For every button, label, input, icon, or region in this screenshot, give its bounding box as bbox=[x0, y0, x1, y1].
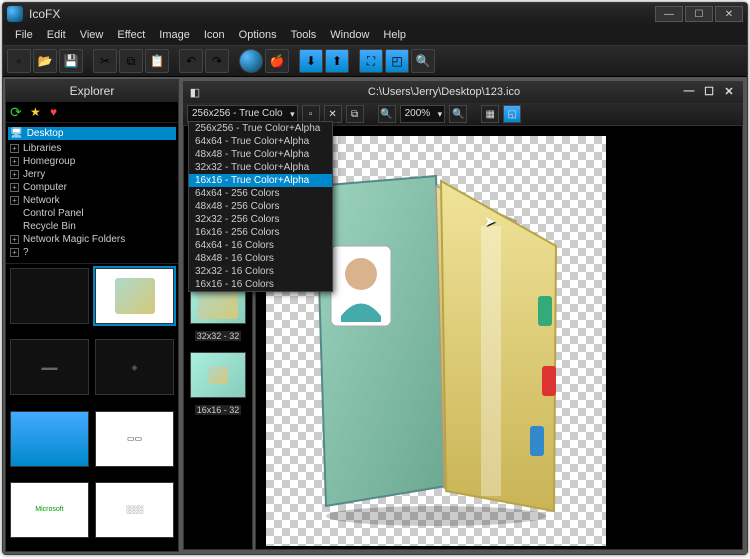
app-icon bbox=[7, 6, 23, 22]
app-title: IcoFX bbox=[29, 7, 655, 21]
size-option[interactable]: 16x16 - 256 Colors bbox=[189, 226, 332, 239]
redo-button[interactable]: ↷ bbox=[205, 49, 229, 73]
paste-button[interactable]: 📋 bbox=[145, 49, 169, 73]
copy-button[interactable]: ⧉ bbox=[119, 49, 143, 73]
tree-node-controlpanel[interactable]: Control Panel bbox=[8, 207, 176, 220]
menu-icon[interactable]: Icon bbox=[198, 27, 231, 43]
titlebar[interactable]: IcoFX — ☐ ✕ bbox=[3, 3, 747, 25]
extract-button[interactable]: ◰ bbox=[385, 49, 409, 73]
favorite-icon[interactable]: ★ bbox=[30, 105, 44, 119]
thumb-item[interactable]: Microsoft bbox=[10, 482, 89, 538]
copy-size-button[interactable]: ⧉ bbox=[346, 105, 364, 123]
new-button[interactable]: ▫ bbox=[7, 49, 31, 73]
app-window: IcoFX — ☐ ✕ File Edit View Effect Image … bbox=[2, 2, 748, 555]
explorer-toolbar: ⟳ ★ ♥ bbox=[6, 102, 178, 122]
tree-node-blank[interactable]: +? bbox=[8, 246, 176, 259]
import-button[interactable]: ⬇ bbox=[299, 49, 323, 73]
tree-node-networkmagic[interactable]: +Network Magic Folders bbox=[8, 233, 176, 246]
folder-tree: 🖥 Desktop +Libraries +Homegroup +Jerry +… bbox=[6, 122, 178, 264]
menubar: File Edit View Effect Image Icon Options… bbox=[3, 25, 747, 45]
cursor-icon: ➤ bbox=[484, 213, 496, 230]
size-option[interactable]: 48x48 - 16 Colors bbox=[189, 252, 332, 265]
menu-view[interactable]: View bbox=[74, 27, 110, 43]
menu-options[interactable]: Options bbox=[233, 27, 283, 43]
zoom-dropdown[interactable]: 200% bbox=[400, 105, 446, 123]
window-controls: — ☐ ✕ bbox=[655, 6, 743, 22]
menu-help[interactable]: Help bbox=[377, 27, 412, 43]
size-option[interactable]: 48x48 - 256 Colors bbox=[189, 200, 332, 213]
export-button[interactable]: ⬆ bbox=[325, 49, 349, 73]
content-area: Explorer ⟳ ★ ♥ 🖥 Desktop +Libraries +Hom… bbox=[3, 77, 747, 554]
menu-edit[interactable]: Edit bbox=[41, 27, 72, 43]
tree-node-libraries[interactable]: +Libraries bbox=[8, 142, 176, 155]
cut-button[interactable]: ✂ bbox=[93, 49, 117, 73]
doc-maximize-button[interactable]: ☐ bbox=[701, 85, 717, 99]
tree-node-network[interactable]: +Network bbox=[8, 194, 176, 207]
thumb-item[interactable] bbox=[95, 268, 174, 324]
maximize-button[interactable]: ☐ bbox=[685, 6, 713, 22]
size-thumb[interactable]: 16x16 - 32 bbox=[188, 352, 248, 418]
workspace: ◧ C:\Users\Jerry\Desktop\123.ico — ☐ ✕ 2… bbox=[179, 77, 747, 554]
size-option[interactable]: 256x256 - True Color+Alpha bbox=[189, 122, 332, 135]
undo-button[interactable]: ↶ bbox=[179, 49, 203, 73]
grid-button[interactable]: ▦ bbox=[481, 105, 499, 123]
doc-icon: ◧ bbox=[183, 86, 207, 99]
explorer-title: Explorer bbox=[6, 80, 178, 102]
thumbnail-grid: ▬▬ ◈ ▭▭ Microsoft ░░░ bbox=[6, 264, 178, 551]
size-option[interactable]: 16x16 - True Color+Alpha bbox=[189, 174, 332, 187]
close-button[interactable]: ✕ bbox=[715, 6, 743, 22]
size-dropdown-menu: 256x256 - True Color+Alpha 64x64 - True … bbox=[188, 121, 333, 292]
tree-node-jerry[interactable]: +Jerry bbox=[8, 168, 176, 181]
thumb-item[interactable]: ▭▭ bbox=[95, 411, 174, 467]
thumb-item[interactable]: ▬▬ bbox=[10, 339, 89, 395]
menu-window[interactable]: Window bbox=[324, 27, 375, 43]
size-option[interactable]: 64x64 - 16 Colors bbox=[189, 239, 332, 252]
explorer-panel: Explorer ⟳ ★ ♥ 🖥 Desktop +Libraries +Hom… bbox=[5, 79, 179, 552]
heart-icon[interactable]: ♥ bbox=[50, 105, 64, 119]
size-option[interactable]: 16x16 - 16 Colors bbox=[189, 278, 332, 291]
size-option[interactable]: 64x64 - True Color+Alpha bbox=[189, 135, 332, 148]
tree-node-computer[interactable]: +Computer bbox=[8, 181, 176, 194]
menu-image[interactable]: Image bbox=[153, 27, 196, 43]
zoom-button[interactable]: 🔍 bbox=[411, 49, 435, 73]
capture-button[interactable]: ⛶ bbox=[359, 49, 383, 73]
windows-icon[interactable] bbox=[239, 49, 263, 73]
size-option[interactable]: 64x64 - 256 Colors bbox=[189, 187, 332, 200]
size-option[interactable]: 48x48 - True Color+Alpha bbox=[189, 148, 332, 161]
thumb-item[interactable]: ◈ bbox=[95, 339, 174, 395]
preview-button[interactable]: ◱ bbox=[503, 105, 521, 123]
save-button[interactable]: 💾 bbox=[59, 49, 83, 73]
menu-tools[interactable]: Tools bbox=[285, 27, 323, 43]
tree-node-recyclebin[interactable]: Recycle Bin bbox=[8, 220, 176, 233]
zoom-tool-button[interactable]: 🔍 bbox=[378, 105, 396, 123]
minimize-button[interactable]: — bbox=[655, 6, 683, 22]
doc-minimize-button[interactable]: — bbox=[681, 85, 697, 99]
thumb-item[interactable]: ░░░ bbox=[95, 482, 174, 538]
menu-file[interactable]: File bbox=[9, 27, 39, 43]
open-button[interactable]: 📂 bbox=[33, 49, 57, 73]
tree-node-homegroup[interactable]: +Homegroup bbox=[8, 155, 176, 168]
refresh-icon[interactable]: ⟳ bbox=[10, 105, 24, 119]
thumb-item[interactable] bbox=[10, 411, 89, 467]
thumb-item[interactable] bbox=[10, 268, 89, 324]
doc-close-button[interactable]: ✕ bbox=[721, 85, 737, 99]
main-toolbar: ▫ 📂 💾 ✂ ⧉ 📋 ↶ ↷ 🍎 ⬇ ⬆ ⛶ ◰ 🔍 bbox=[3, 45, 747, 77]
menu-effect[interactable]: Effect bbox=[111, 27, 151, 43]
document-path: C:\Users\Jerry\Desktop\123.ico bbox=[207, 86, 681, 98]
size-option[interactable]: 32x32 - 256 Colors bbox=[189, 213, 332, 226]
zoom-fit-button[interactable]: 🔍 bbox=[449, 105, 467, 123]
size-option[interactable]: 32x32 - True Color+Alpha bbox=[189, 161, 332, 174]
document-titlebar[interactable]: ◧ C:\Users\Jerry\Desktop\123.ico — ☐ ✕ bbox=[183, 81, 743, 103]
size-option[interactable]: 32x32 - 16 Colors bbox=[189, 265, 332, 278]
tree-root[interactable]: 🖥 Desktop bbox=[8, 127, 176, 140]
apple-icon[interactable]: 🍎 bbox=[265, 49, 289, 73]
desktop-icon: 🖥 bbox=[10, 128, 23, 139]
